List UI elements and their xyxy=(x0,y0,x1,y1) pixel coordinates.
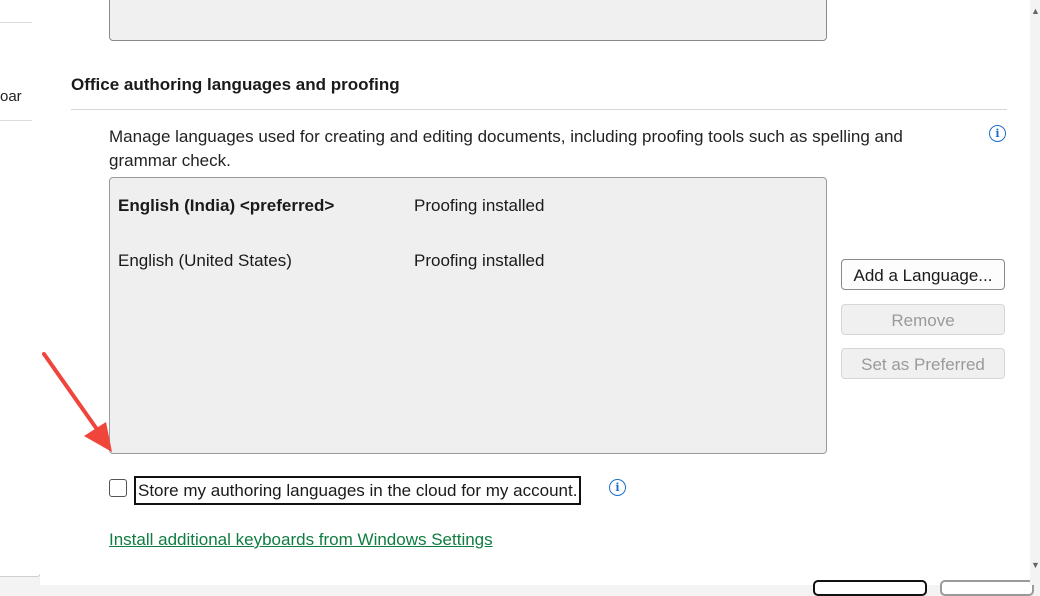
arrow-shaft xyxy=(42,352,103,437)
red-arrow-annotation xyxy=(42,352,112,452)
arrow-head xyxy=(84,422,112,452)
